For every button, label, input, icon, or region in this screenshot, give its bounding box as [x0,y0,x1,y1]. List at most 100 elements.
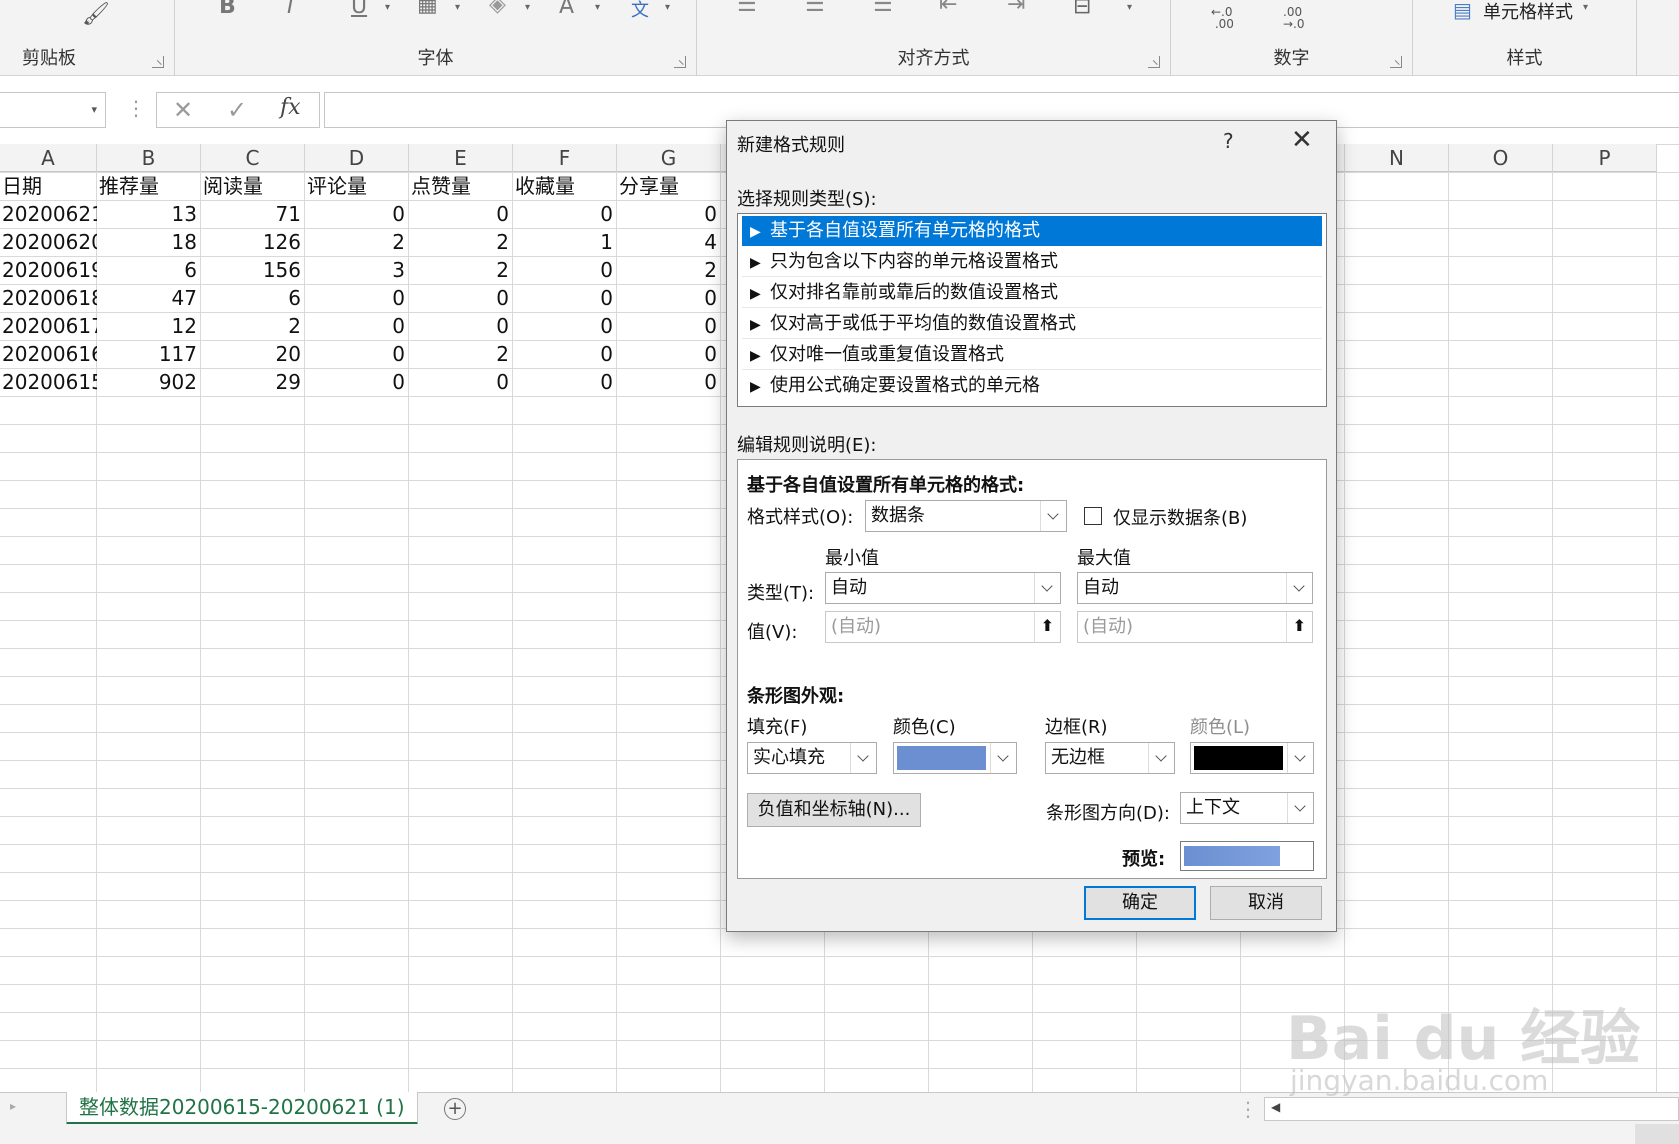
column-header[interactable]: B [97,144,201,172]
table-cell[interactable]: 评论量 [305,172,409,200]
chevron-down-icon[interactable] [1148,743,1174,773]
cancel-formula-icon[interactable]: ✕ [173,96,193,124]
range-select-icon[interactable]: ⬆ [1034,612,1060,642]
table-cell[interactable]: 6 [201,284,305,312]
rule-type-item[interactable]: ▶ 使用公式确定要设置格式的单元格 [742,371,1322,401]
align-left-icon[interactable]: ☰ [737,0,757,17]
horizontal-scrollbar[interactable]: ◀ [1264,1097,1679,1121]
table-cell[interactable]: 0 [617,368,721,396]
cancel-button[interactable]: 取消 [1210,886,1322,920]
column-header[interactable]: E [409,144,513,172]
name-box[interactable]: ▾ [0,92,106,128]
rule-type-item[interactable]: ▶ 仅对排名靠前或靠后的数值设置格式 [742,278,1322,308]
chevron-down-icon[interactable] [1287,743,1313,773]
table-cell[interactable]: 20200616 [0,340,97,368]
table-cell[interactable]: 0 [305,200,409,228]
decrease-indent-icon[interactable]: ⇤ [939,0,957,17]
table-cell[interactable]: 日期 [0,172,97,200]
show-bar-only-checkbox[interactable] [1084,507,1102,525]
border-color-picker[interactable] [1190,742,1314,774]
chevron-down-icon[interactable] [1287,793,1313,823]
table-cell[interactable]: 2 [409,256,513,284]
max-value-input[interactable]: (自动) ⬆ [1077,611,1313,643]
fill-select[interactable]: 实心填充 [747,742,877,774]
chevron-down-icon[interactable] [990,743,1016,773]
table-cell[interactable]: 0 [409,200,513,228]
table-cell[interactable]: 4 [617,228,721,256]
fill-color-dropdown-icon[interactable]: ▾ [525,2,530,13]
column-header[interactable]: D [305,144,409,172]
chevron-down-icon[interactable] [1040,501,1066,531]
rule-type-item[interactable]: ▶ 基于各自值设置所有单元格的格式 [742,216,1322,246]
enter-formula-icon[interactable]: ✓ [227,96,247,124]
table-cell[interactable]: 0 [513,284,617,312]
negative-axis-button[interactable]: 负值和坐标轴(N)... [747,793,921,827]
table-cell[interactable]: 0 [513,256,617,284]
chevron-down-icon[interactable] [1034,573,1060,603]
insert-function-icon[interactable]: fx [280,95,301,120]
align-right-icon[interactable]: ☰ [873,0,893,17]
table-cell[interactable]: 29 [201,368,305,396]
table-cell[interactable]: 6 [97,256,201,284]
column-header[interactable]: P [1553,144,1657,172]
formula-bar-grip-icon[interactable]: ⋮ [126,96,146,120]
table-cell[interactable]: 20200620 [0,228,97,256]
underline-dropdown-icon[interactable]: ▾ [385,2,390,13]
table-cell[interactable]: 点赞量 [409,172,513,200]
borders-dropdown-icon[interactable]: ▾ [455,2,460,13]
cell-styles-dropdown-icon[interactable]: ▾ [1583,2,1588,13]
column-header[interactable]: C [201,144,305,172]
table-cell[interactable]: 20200615 [0,368,97,396]
format-painter-icon[interactable]: 🖌 [82,2,110,27]
font-color-icon[interactable]: A [559,0,574,19]
align-center-icon[interactable]: ☰ [805,0,825,17]
column-header[interactable]: G [617,144,721,172]
table-cell[interactable]: 0 [513,200,617,228]
font-launcher-icon[interactable] [674,56,686,68]
borders-icon[interactable]: ▦ [417,0,438,17]
chevron-down-icon[interactable] [850,743,876,773]
table-cell[interactable]: 20200618 [0,284,97,312]
table-cell[interactable]: 0 [409,368,513,396]
format-style-select[interactable]: 数据条 [865,500,1067,532]
table-cell[interactable]: 71 [201,200,305,228]
italic-icon[interactable]: I [287,0,294,19]
table-cell[interactable]: 0 [305,368,409,396]
table-cell[interactable]: 20200621 [0,200,97,228]
border-select[interactable]: 无边框 [1045,742,1175,774]
add-sheet-icon[interactable]: + [444,1098,466,1120]
min-value-input[interactable]: (自动) ⬆ [825,611,1061,643]
table-cell[interactable]: 126 [201,228,305,256]
merge-center-icon[interactable]: ⊟ [1073,0,1091,19]
table-cell[interactable]: 12 [97,312,201,340]
table-cell[interactable]: 902 [97,368,201,396]
table-cell[interactable]: 1 [513,228,617,256]
table-cell[interactable]: 分享量 [617,172,721,200]
table-cell[interactable]: 0 [617,200,721,228]
phonetic-dropdown-icon[interactable]: ▾ [665,2,670,13]
table-cell[interactable]: 156 [201,256,305,284]
increase-decimal-icon[interactable]: ←.0 .00 [1211,6,1234,30]
table-cell[interactable]: 3 [305,256,409,284]
table-cell[interactable]: 0 [617,340,721,368]
alignment-launcher-icon[interactable] [1148,56,1160,68]
cell-styles-icon[interactable]: ▤ [1453,0,1472,22]
table-cell[interactable]: 0 [305,340,409,368]
number-launcher-icon[interactable] [1390,56,1402,68]
chevron-down-icon[interactable] [1286,573,1312,603]
table-cell[interactable]: 2 [409,340,513,368]
name-box-dropdown-icon[interactable]: ▾ [91,103,97,116]
column-header[interactable]: F [513,144,617,172]
cell-styles-button[interactable]: 单元格样式 [1483,0,1573,24]
sheet-tab-active[interactable]: 整体数据20200615-20200621 (1) [66,1092,418,1125]
rule-type-item[interactable]: ▶ 只为包含以下内容的单元格设置格式 [742,247,1322,277]
merge-dropdown-icon[interactable]: ▾ [1127,2,1132,13]
underline-icon[interactable]: U [351,0,367,19]
table-cell[interactable]: 收藏量 [513,172,617,200]
table-cell[interactable]: 0 [513,340,617,368]
table-cell[interactable]: 0 [305,312,409,340]
help-icon[interactable]: ? [1223,129,1234,153]
max-type-select[interactable]: 自动 [1077,572,1313,604]
close-icon[interactable]: ✕ [1291,125,1313,155]
direction-select[interactable]: 上下文 [1180,792,1314,824]
